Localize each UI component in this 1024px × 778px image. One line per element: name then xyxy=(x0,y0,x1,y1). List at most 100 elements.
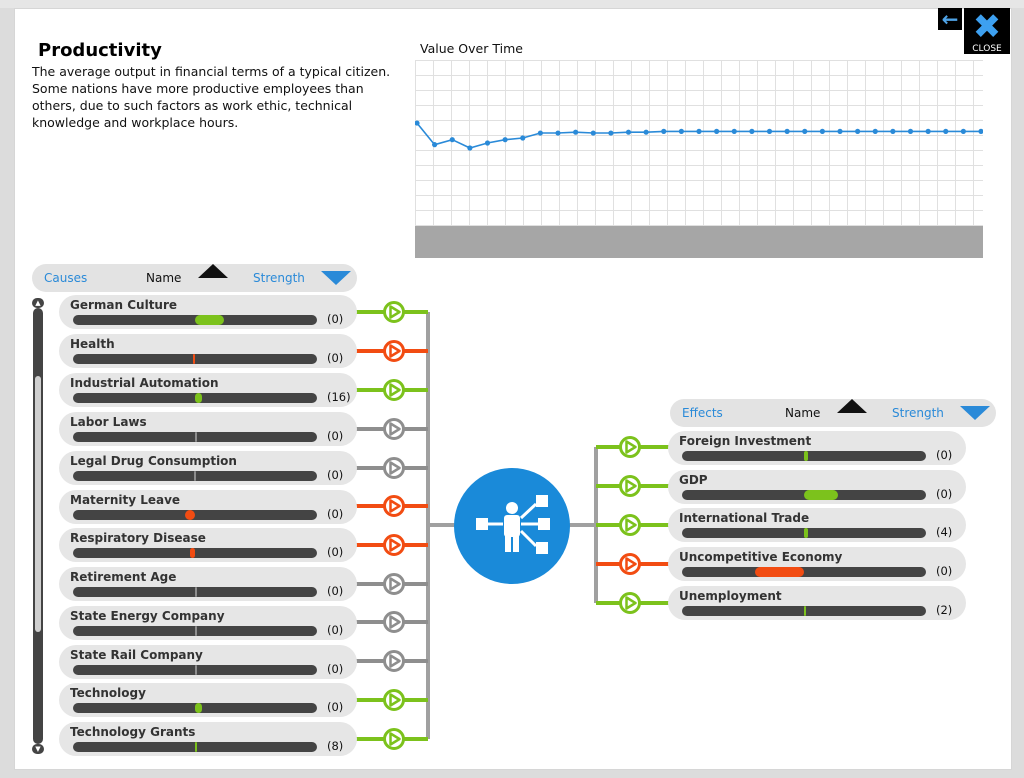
effect-value: (2) xyxy=(936,603,953,617)
play-arrow-icon xyxy=(383,340,405,362)
strength-bar xyxy=(73,548,317,558)
cause-name: Respiratory Disease xyxy=(70,531,206,545)
play-arrow-icon xyxy=(383,495,405,517)
effect-row[interactable]: GDP (0) xyxy=(668,470,966,504)
cause-row[interactable]: Labor Laws (0) xyxy=(59,412,357,446)
effect-name: GDP xyxy=(679,473,708,487)
play-arrow-icon xyxy=(383,301,405,323)
strength-bar xyxy=(682,528,926,538)
play-arrow-icon xyxy=(383,689,405,711)
strength-bar xyxy=(73,471,317,481)
strength-bar xyxy=(682,490,926,500)
strength-fill xyxy=(195,742,198,752)
cause-name: Maternity Leave xyxy=(70,493,181,507)
play-arrow-icon xyxy=(619,475,641,497)
cause-name: State Energy Company xyxy=(70,609,225,623)
strength-fill xyxy=(804,528,808,538)
cause-name: Technology xyxy=(70,686,146,700)
cause-name: Industrial Automation xyxy=(70,376,219,390)
strength-bar xyxy=(73,626,317,636)
strength-bar xyxy=(682,451,926,461)
strength-bar xyxy=(682,567,926,577)
strength-bar xyxy=(73,432,317,442)
cause-row[interactable]: Technology (0) xyxy=(59,683,357,717)
cause-value: (0) xyxy=(327,351,344,365)
cause-value: (0) xyxy=(327,623,344,637)
effect-value: (0) xyxy=(936,564,953,578)
effect-row[interactable]: International Trade (4) xyxy=(668,508,966,542)
strength-bar xyxy=(73,510,317,520)
cause-row[interactable]: Maternity Leave (0) xyxy=(59,490,357,524)
strength-fill xyxy=(195,432,197,442)
strength-bar xyxy=(73,665,317,675)
cause-value: (0) xyxy=(327,700,344,714)
effect-name: International Trade xyxy=(679,511,810,525)
cause-name: German Culture xyxy=(70,298,178,312)
cause-name: Legal Drug Consumption xyxy=(70,454,237,468)
cause-name: Technology Grants xyxy=(70,725,196,739)
play-arrow-icon xyxy=(383,534,405,556)
cause-value: (0) xyxy=(327,468,344,482)
play-arrow-icon xyxy=(619,553,641,575)
cause-name: Retirement Age xyxy=(70,570,177,584)
strength-fill xyxy=(195,587,197,597)
cause-row[interactable]: Industrial Automation (16) xyxy=(59,373,357,407)
play-arrow-icon xyxy=(383,650,405,672)
strength-fill xyxy=(195,315,225,325)
effect-value: (0) xyxy=(936,448,953,462)
cause-row[interactable]: State Rail Company (0) xyxy=(59,645,357,679)
strength-fill xyxy=(195,393,203,403)
strength-fill xyxy=(194,471,197,481)
strength-bar xyxy=(73,315,317,325)
strength-fill xyxy=(185,510,195,520)
cause-value: (0) xyxy=(327,662,344,676)
effect-name: Unemployment xyxy=(679,589,782,603)
strength-fill xyxy=(804,606,806,616)
cause-row[interactable]: Respiratory Disease (0) xyxy=(59,528,357,562)
effect-value: (0) xyxy=(936,487,953,501)
effect-row[interactable]: Foreign Investment (0) xyxy=(668,431,966,465)
play-arrow-icon xyxy=(383,457,405,479)
cause-name: Health xyxy=(70,337,115,351)
strength-fill xyxy=(195,665,197,675)
effect-name: Foreign Investment xyxy=(679,434,812,448)
productivity-icon xyxy=(476,495,550,554)
cause-value: (0) xyxy=(327,312,344,326)
strength-fill xyxy=(804,451,808,461)
effect-value: (4) xyxy=(936,525,953,539)
play-arrow-icon xyxy=(619,436,641,458)
strength-fill xyxy=(192,354,195,364)
strength-fill xyxy=(190,548,195,558)
cause-value: (8) xyxy=(327,739,344,753)
effect-name: Uncompetitive Economy xyxy=(679,550,843,564)
play-arrow-icon xyxy=(383,379,405,401)
cause-value: (0) xyxy=(327,584,344,598)
play-arrow-icon xyxy=(619,514,641,536)
cause-row[interactable]: Retirement Age (0) xyxy=(59,567,357,601)
cause-value: (0) xyxy=(327,507,344,521)
effect-row[interactable]: Unemployment (2) xyxy=(668,586,966,620)
cause-row[interactable]: Technology Grants (8) xyxy=(59,722,357,756)
strength-fill xyxy=(195,703,203,713)
strength-bar xyxy=(682,606,926,616)
play-arrow-icon xyxy=(383,573,405,595)
play-arrow-icon xyxy=(383,611,405,633)
productivity-hub xyxy=(454,468,570,584)
play-arrow-icon xyxy=(383,728,405,750)
cause-row[interactable]: State Energy Company (0) xyxy=(59,606,357,640)
effect-row[interactable]: Uncompetitive Economy (0) xyxy=(668,547,966,581)
cause-name: State Rail Company xyxy=(70,648,203,662)
strength-bar xyxy=(73,742,317,752)
strength-bar xyxy=(73,587,317,597)
cause-row[interactable]: Legal Drug Consumption (0) xyxy=(59,451,357,485)
strength-bar xyxy=(73,393,317,403)
cause-row[interactable]: Health (0) xyxy=(59,334,357,368)
strength-fill xyxy=(755,567,804,577)
cause-value: (0) xyxy=(327,545,344,559)
strength-fill xyxy=(195,626,197,636)
play-arrow-icon xyxy=(619,592,641,614)
cause-value: (16) xyxy=(327,390,351,404)
strength-fill xyxy=(804,490,839,500)
strength-bar xyxy=(73,354,317,364)
cause-row[interactable]: German Culture (0) xyxy=(59,295,357,329)
